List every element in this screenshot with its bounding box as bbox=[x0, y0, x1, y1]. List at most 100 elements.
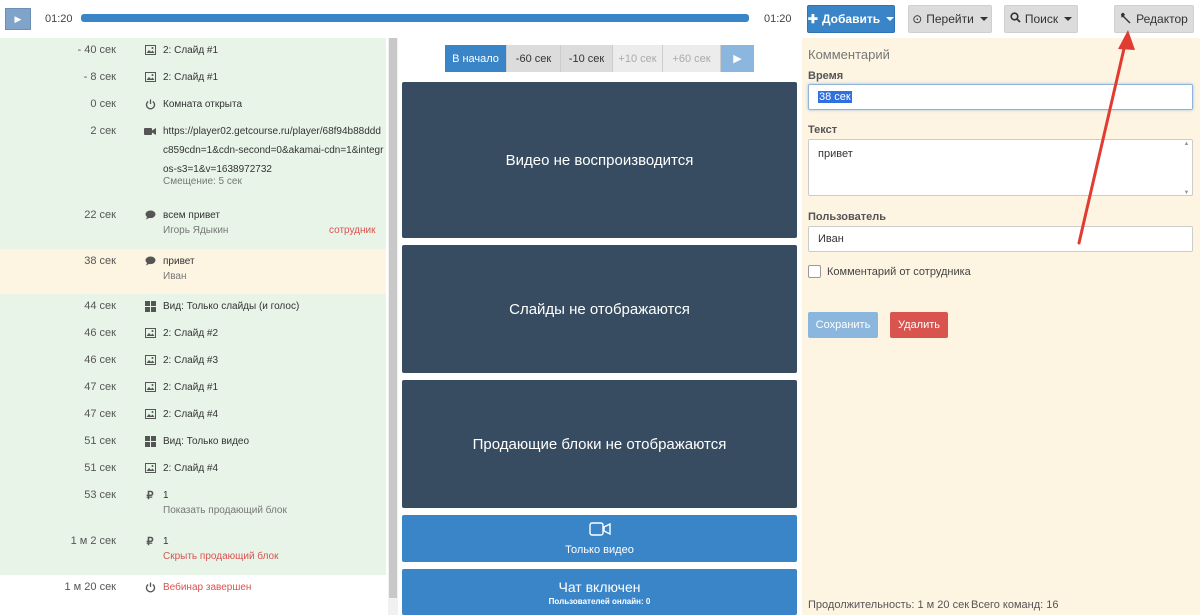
video-camera-icon bbox=[588, 521, 611, 539]
add-label: Добавить bbox=[821, 12, 881, 26]
search-button[interactable]: Поиск bbox=[1004, 5, 1078, 33]
event-time: 47 сек bbox=[84, 408, 116, 420]
event-row[interactable]: 22 сек всем привет Игорь Ядыкин сотрудник bbox=[0, 203, 386, 249]
event-list-scrollbar[interactable] bbox=[388, 38, 398, 615]
event-row[interactable]: 38 сек привет Иван bbox=[0, 249, 386, 294]
chat-status: Чат включен bbox=[558, 578, 641, 595]
player-preview: В начало -60 сек -10 сек +10 сек +60 сек… bbox=[398, 38, 802, 615]
image-icon bbox=[144, 354, 156, 366]
duration-text: Продолжительность: 1 м 20 сек bbox=[808, 599, 970, 611]
time-field-value: 38 сек bbox=[818, 91, 852, 103]
user-field[interactable]: Иван bbox=[808, 226, 1193, 252]
event-subtext: Иван bbox=[163, 271, 187, 282]
text-field-value: привет bbox=[818, 148, 853, 160]
video-camera-icon bbox=[144, 125, 156, 137]
add-button[interactable]: ✚ Добавить bbox=[807, 5, 895, 33]
event-text: https://player02.getcourse.ru/player/68f… bbox=[163, 126, 384, 175]
event-row[interactable]: - 40 сек 2: Слайд #1 bbox=[0, 38, 386, 65]
caret-down-icon bbox=[886, 17, 895, 21]
event-time: 1 м 2 сек bbox=[70, 535, 116, 547]
event-text: Комната открыта bbox=[163, 99, 243, 110]
comment-title: Комментарий bbox=[808, 47, 890, 62]
event-time: 22 сек bbox=[84, 209, 116, 221]
seek-minus60-button[interactable]: -60 сек bbox=[507, 45, 561, 72]
event-time: 46 сек bbox=[84, 354, 116, 366]
wrench-icon bbox=[1120, 12, 1132, 27]
event-text: 1 bbox=[163, 490, 169, 501]
seek-play-button[interactable]: ▶ bbox=[721, 45, 754, 72]
event-text: 2: Слайд #4 bbox=[163, 463, 219, 474]
time-field[interactable]: 38 сек bbox=[808, 84, 1193, 110]
event-row[interactable]: 1 м 2 сек ₽1 Скрыть продающий блок bbox=[0, 529, 386, 575]
grid-icon bbox=[144, 435, 156, 447]
seek-minus10-button[interactable]: -10 сек bbox=[561, 45, 613, 72]
event-row[interactable]: 44 сек Вид: Только слайды (и голос) bbox=[0, 294, 386, 321]
event-row[interactable]: 1 м 20 сек Вебинар завершен bbox=[0, 575, 386, 602]
grid-icon bbox=[144, 300, 156, 312]
online-users: Пользователей онлайн: 0 bbox=[548, 596, 651, 606]
text-label: Текст bbox=[808, 124, 838, 136]
power-icon bbox=[144, 98, 156, 110]
progress-fill bbox=[81, 14, 749, 22]
event-text: 2: Слайд #3 bbox=[163, 355, 219, 366]
event-row[interactable]: 47 сек 2: Слайд #4 bbox=[0, 402, 386, 429]
event-text: Вебинар завершен bbox=[163, 582, 252, 593]
search-icon bbox=[1010, 12, 1021, 26]
play-icon: ▶ bbox=[733, 53, 742, 65]
event-subtext: Показать продающий блок bbox=[163, 505, 287, 516]
event-row[interactable]: 0 сек Комната открыта bbox=[0, 92, 386, 119]
event-row[interactable]: 51 сек 2: Слайд #4 bbox=[0, 456, 386, 483]
power-icon bbox=[144, 581, 156, 593]
event-row[interactable]: 47 сек 2: Слайд #1 bbox=[0, 375, 386, 402]
event-row[interactable]: 46 сек 2: Слайд #3 bbox=[0, 348, 386, 375]
event-row[interactable]: 51 сек Вид: Только видео bbox=[0, 429, 386, 456]
editor-button[interactable]: Редактор bbox=[1114, 5, 1194, 33]
event-row[interactable]: - 8 сек 2: Слайд #1 bbox=[0, 65, 386, 92]
event-row[interactable]: 46 сек 2: Слайд #2 bbox=[0, 321, 386, 348]
staff-comment-checkbox[interactable] bbox=[808, 265, 821, 278]
slides-panel: Слайды не отображаются bbox=[402, 245, 797, 373]
only-video-label: Только видео bbox=[565, 543, 634, 556]
textarea-scrollbar[interactable]: ▲ ▼ bbox=[1182, 141, 1191, 196]
image-icon bbox=[144, 462, 156, 474]
seek-plus60-button: +60 сек bbox=[663, 45, 721, 72]
seek-start-button[interactable]: В начало bbox=[445, 45, 507, 72]
event-text: 2: Слайд #1 bbox=[163, 45, 219, 56]
event-time: 51 сек bbox=[84, 435, 116, 447]
event-time: 53 сек bbox=[84, 489, 116, 501]
goto-button[interactable]: ⊙ Перейти bbox=[908, 5, 992, 33]
scrollbar-thumb[interactable] bbox=[389, 38, 397, 598]
chat-bubble-icon bbox=[144, 209, 156, 221]
image-icon bbox=[144, 327, 156, 339]
save-button[interactable]: Сохранить bbox=[808, 312, 878, 338]
event-time: 2 сек bbox=[90, 125, 116, 137]
time-label: Время bbox=[808, 70, 844, 82]
event-subtext: Игорь Ядыкин bbox=[163, 225, 229, 236]
event-row[interactable]: 2 сек https://player02.getcourse.ru/playe… bbox=[0, 119, 386, 203]
event-text: 2: Слайд #2 bbox=[163, 328, 219, 339]
progress-bar[interactable] bbox=[81, 14, 749, 22]
goto-label: Перейти bbox=[926, 12, 974, 26]
image-icon bbox=[144, 408, 156, 420]
seek-buttons: В начало -60 сек -10 сек +10 сек +60 сек… bbox=[445, 45, 754, 72]
image-icon bbox=[144, 71, 156, 83]
event-time: - 8 сек bbox=[83, 71, 116, 83]
text-field[interactable]: привет ▲ ▼ bbox=[808, 139, 1193, 196]
total-time: 01:20 bbox=[764, 13, 792, 25]
event-text: 2: Слайд #1 bbox=[163, 72, 219, 83]
user-label: Пользователь bbox=[808, 211, 887, 223]
event-time: 44 сек bbox=[84, 300, 116, 312]
ruble-icon: ₽ bbox=[146, 489, 154, 502]
selling-blocks-panel: Продающие блоки не отображаются bbox=[402, 380, 797, 508]
ruble-icon: ₽ bbox=[146, 535, 154, 548]
caret-down-icon bbox=[979, 17, 988, 21]
event-list: - 40 сек 2: Слайд #1 - 8 сек 2: Слайд #1 0 с… bbox=[0, 38, 386, 615]
delete-button[interactable]: Удалить bbox=[890, 312, 948, 338]
event-role-badge: сотрудник bbox=[329, 225, 376, 236]
play-button[interactable]: ▶ bbox=[5, 8, 31, 30]
event-text: привет bbox=[163, 256, 195, 267]
event-time: 46 сек bbox=[84, 327, 116, 339]
event-row[interactable]: 53 сек ₽1 Показать продающий блок bbox=[0, 483, 386, 529]
event-text: 1 bbox=[163, 536, 169, 547]
video-panel: Видео не воспроизводится bbox=[402, 82, 797, 238]
